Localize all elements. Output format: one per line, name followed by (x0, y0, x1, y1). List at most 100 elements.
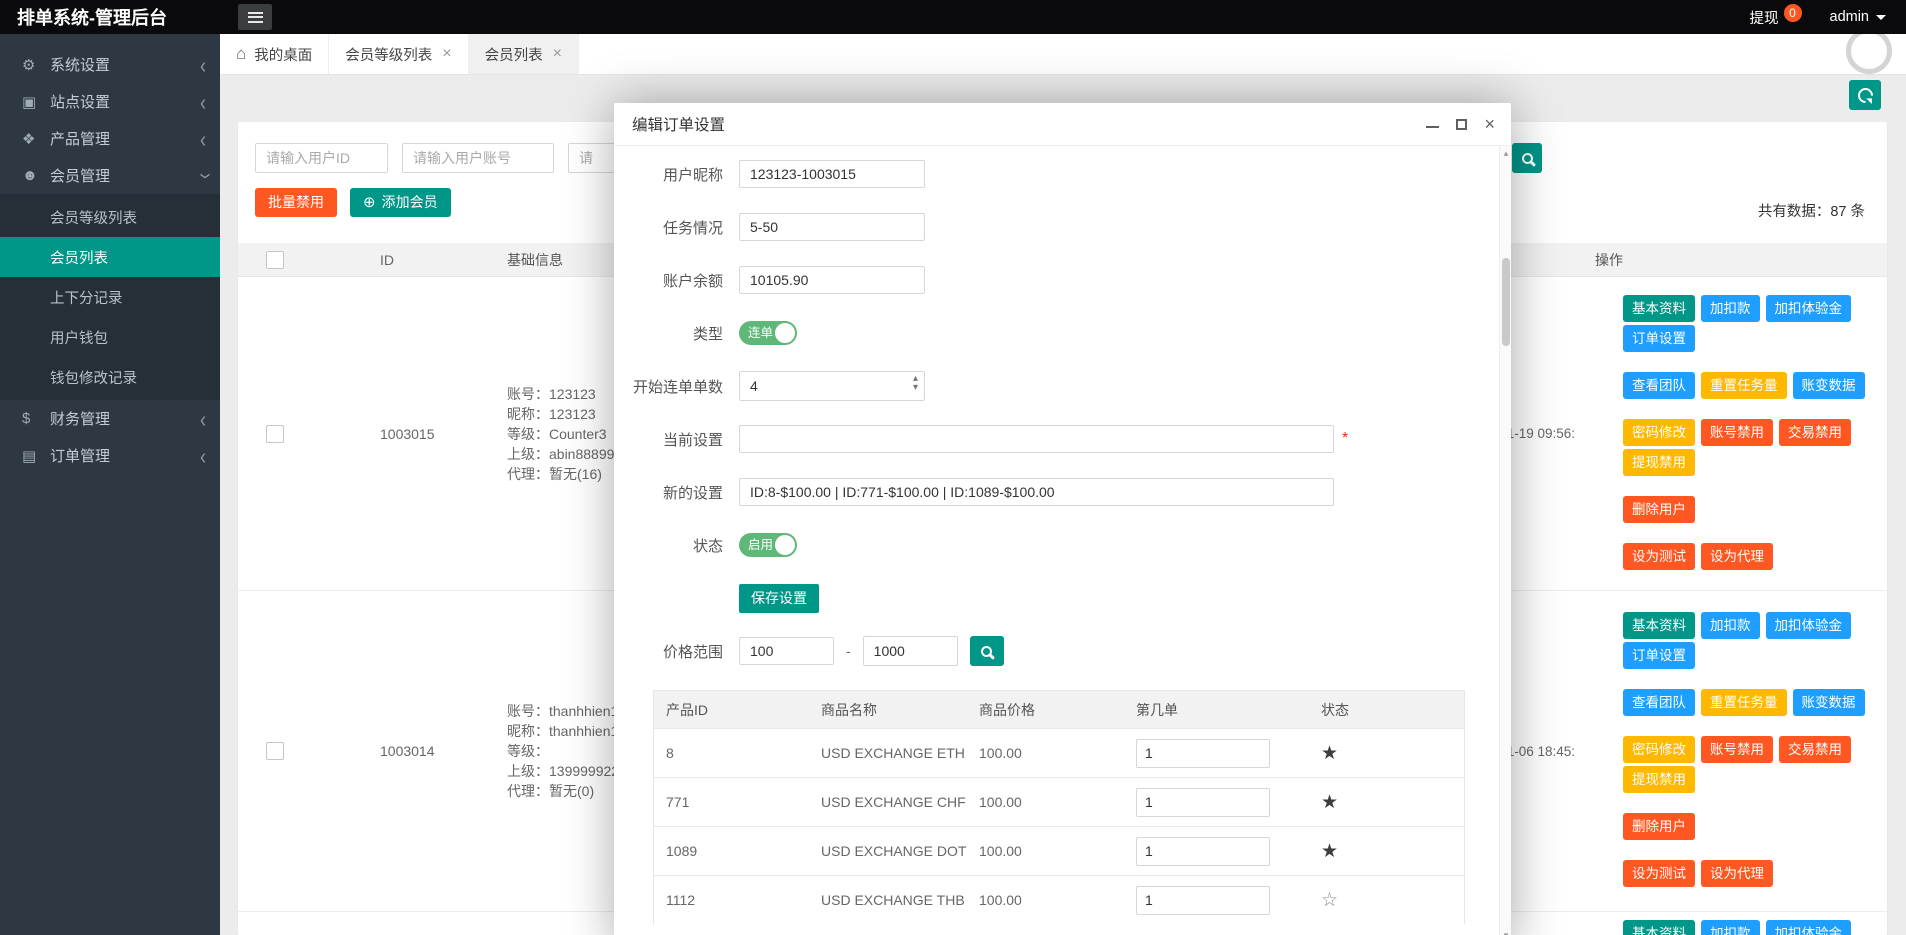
search-button[interactable] (1512, 143, 1542, 173)
sidebar-group-2[interactable]: ❖ 产品管理 ‹ (0, 120, 220, 157)
close-icon[interactable]: × (442, 46, 451, 62)
refresh-button[interactable] (1849, 80, 1881, 110)
action-button[interactable]: 加扣体验金 (1765, 294, 1851, 322)
action-button[interactable]: 加扣体验金 (1765, 920, 1851, 935)
batch-disable-button[interactable]: 批量禁用 (255, 188, 337, 217)
price-max-input[interactable] (862, 636, 958, 666)
action-button[interactable]: 交易禁用 (1779, 736, 1851, 763)
tab-0[interactable]: ⌂ 我的桌面 (220, 34, 330, 74)
star-filled-icon[interactable]: ★ (1321, 791, 1338, 814)
action-button[interactable]: 加扣体验金 (1765, 612, 1851, 639)
minimize-icon[interactable] (1426, 125, 1440, 128)
nickname-label: 用户昵称 (662, 166, 723, 184)
topbar-right: 提现 0 admin (1750, 4, 1906, 28)
star-filled-icon[interactable]: ★ (1321, 840, 1338, 863)
star-outline-icon[interactable]: ☆ (1321, 889, 1338, 912)
product-row: 8 USD EXCHANGE ETH 100.00 ★ (654, 728, 1464, 777)
action-button[interactable]: 重置任务量 (1701, 371, 1787, 399)
action-button[interactable]: 重置任务量 (1701, 689, 1787, 716)
star-filled-icon[interactable]: ★ (1321, 742, 1338, 765)
action-button[interactable]: 基本资料 (1623, 612, 1695, 639)
menu-toggle-button[interactable] (238, 4, 272, 30)
user-menu[interactable]: admin (1830, 9, 1886, 25)
action-button[interactable]: 账号禁用 (1701, 418, 1773, 446)
sidebar-item[interactable]: 会员列表 (0, 237, 220, 277)
action-button[interactable]: 删除用户 (1623, 813, 1695, 840)
sidebar-item[interactable]: 会员等级列表 (0, 197, 220, 237)
status-toggle[interactable]: 启用 (739, 533, 797, 557)
status-label: 状态 (692, 537, 723, 555)
nickname-input[interactable] (739, 160, 925, 188)
sidebar-group-0[interactable]: ⚙ 系统设置 ‹ (0, 46, 220, 83)
stepper-arrows-icon[interactable]: ▴ ▾ (913, 374, 918, 392)
action-button[interactable]: 加扣款 (1701, 294, 1760, 322)
row-checkbox[interactable] (266, 742, 284, 760)
action-button[interactable]: 查看团队 (1623, 371, 1695, 399)
sidebar-item-label: 会员等级列表 (50, 210, 137, 227)
action-button[interactable]: 设为代理 (1701, 542, 1773, 570)
sidebar-group-5[interactable]: ▤ 订单管理 ‹ (0, 437, 220, 474)
sidebar-item[interactable]: 上下分记录 (0, 277, 220, 317)
task-input[interactable] (739, 213, 925, 241)
current-setting-input[interactable] (739, 425, 1334, 453)
action-button[interactable]: 加扣款 (1701, 612, 1760, 639)
action-button[interactable]: 交易禁用 (1779, 418, 1851, 446)
action-button[interactable]: 账变数据 (1792, 689, 1865, 716)
add-member-button[interactable]: ⊕ 添加会员 (350, 188, 451, 217)
sidebar-item[interactable]: 用户钱包 (0, 317, 220, 357)
order-number-input[interactable] (1136, 738, 1270, 768)
action-button[interactable]: 删除用户 (1623, 495, 1695, 523)
order-number-input[interactable] (1136, 836, 1270, 866)
action-button[interactable]: 加扣款 (1701, 920, 1760, 935)
sidebar-group-3[interactable]: ☻ 会员管理 ‹ (0, 157, 220, 194)
action-button[interactable]: 基本资料 (1623, 294, 1695, 322)
withdraw-link[interactable]: 提现 0 (1750, 4, 1802, 28)
tab-1[interactable]: 会员等级列表 × (329, 34, 469, 74)
close-icon[interactable]: × (553, 46, 562, 62)
scroll-up-icon[interactable]: ▴ (1500, 149, 1512, 158)
ops-group: 密码修改 账号禁用 交易禁用提现禁用 (1623, 418, 1887, 479)
type-toggle[interactable]: 连单 (739, 321, 797, 345)
action-button[interactable]: 订单设置 (1623, 324, 1695, 352)
sidebar-group-1[interactable]: ▣ 站点设置 ‹ (0, 83, 220, 120)
price-min-input[interactable] (739, 637, 834, 665)
action-button[interactable]: 基本资料 (1623, 920, 1695, 935)
row-checkbox[interactable] (266, 424, 284, 443)
save-settings-button[interactable]: 保存设置 (739, 583, 819, 613)
user-id-input[interactable] (255, 143, 388, 173)
avatar (1846, 28, 1892, 74)
action-button[interactable]: 密码修改 (1623, 418, 1695, 446)
user-account-input[interactable] (402, 143, 554, 173)
action-button[interactable]: 账号禁用 (1701, 736, 1773, 763)
sidebar-group-4[interactable]: $ 财务管理 ‹ (0, 400, 220, 437)
scroll-down-icon[interactable]: ▾ (1500, 931, 1512, 935)
new-setting-input[interactable] (739, 478, 1334, 506)
action-button[interactable]: 设为测试 (1623, 860, 1695, 887)
withdraw-badge: 0 (1783, 4, 1802, 22)
action-row: 批量禁用 ⊕ 添加会员 (255, 188, 451, 217)
price-search-button[interactable] (969, 636, 1004, 666)
action-button[interactable]: 提现禁用 (1623, 448, 1695, 476)
action-button[interactable]: 设为测试 (1623, 542, 1695, 570)
tab-2[interactable]: 会员列表 × (468, 34, 579, 74)
action-button[interactable]: 账变数据 (1792, 371, 1865, 399)
select-all-checkbox[interactable] (266, 250, 284, 269)
action-button[interactable]: 密码修改 (1623, 736, 1695, 763)
dialog-titlebar: 编辑订单设置 × (614, 103, 1511, 146)
order-number-input[interactable] (1136, 787, 1270, 817)
close-icon[interactable]: × (1484, 115, 1495, 133)
action-button[interactable]: 查看团队 (1623, 689, 1695, 716)
product-id-cell: 8 (666, 745, 674, 761)
dialog-scrollbar[interactable]: ▴ ▾ (1499, 146, 1511, 935)
scrollbar-thumb[interactable] (1502, 258, 1510, 346)
balance-input[interactable] (739, 266, 925, 294)
order-number-input[interactable] (1136, 885, 1270, 915)
action-button[interactable]: 设为代理 (1701, 860, 1773, 887)
action-button[interactable]: 提现禁用 (1623, 766, 1695, 793)
ops-group: 基本资料 加扣款 加扣体验金 (1623, 920, 1887, 935)
topbar: 排单系统-管理后台 提现 0 admin (0, 0, 1906, 34)
sidebar-item[interactable]: 钱包修改记录 (0, 357, 220, 397)
action-button[interactable]: 订单设置 (1623, 642, 1695, 669)
maximize-icon[interactable] (1456, 118, 1468, 130)
start-count-input[interactable] (739, 371, 925, 401)
